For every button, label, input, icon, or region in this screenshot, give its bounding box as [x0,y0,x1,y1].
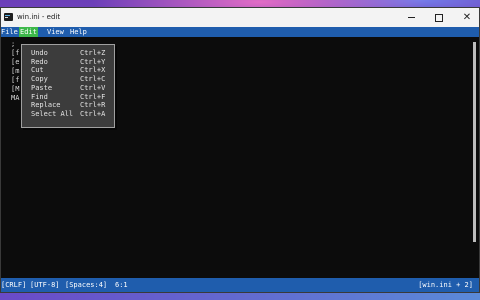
menu-item-shortcut: Ctrl+F [80,92,106,101]
vertical-scrollbar[interactable] [470,42,477,242]
menu-item-label: Select All [31,109,74,118]
editor-line: [e [11,58,20,66]
scrollbar-thumb[interactable] [473,42,476,242]
menu-item-shortcut: Ctrl+C [80,75,106,84]
indentation-status[interactable]: [Spaces:4] [65,278,107,292]
menu-bar: File Edit View Help [1,27,479,37]
menu-item-label: Undo [31,49,48,57]
menu-file[interactable]: File [0,27,19,37]
menu-help[interactable]: Help [69,27,88,37]
menu-view[interactable]: View [46,27,65,37]
minimize-icon [407,17,415,18]
maximize-icon [435,13,443,22]
menu-edit[interactable]: Edit [19,27,38,37]
menu-item-shortcut: Ctrl+X [80,66,106,75]
editor-line: [m [11,67,20,75]
editor-line: [f [11,76,20,84]
menu-item-shortcut: Ctrl+Z [80,49,106,57]
menu-item-paste[interactable]: Paste Ctrl+V [22,84,114,93]
editor-line: [M [11,85,20,93]
encoding-status[interactable]: [UTF-8] [30,278,60,292]
edit-menu-dropdown: Undo Ctrl+Z Redo Ctrl+Y Cut Ctrl+X Copy … [21,44,115,128]
menu-item-label: Cut [31,66,44,75]
menu-item-label: Copy [31,75,48,84]
menu-item-label: Find [31,92,48,101]
desktop-bottom-edge [0,293,480,300]
close-icon: ✕ [462,11,472,23]
menu-item-label: Replace [31,101,61,110]
maximize-button[interactable] [427,8,451,27]
minimize-button[interactable] [399,8,423,27]
close-button[interactable]: ✕ [455,8,479,27]
menu-item-undo[interactable]: Undo Ctrl+Z [22,49,114,58]
menu-item-redo[interactable]: Redo Ctrl+Y [22,58,114,67]
menu-item-label: Redo [31,57,48,66]
menu-item-select-all[interactable]: Select All Ctrl+A [22,110,114,119]
menu-item-cut[interactable]: Cut Ctrl+X [22,66,114,75]
menu-item-shortcut: Ctrl+Y [80,57,106,66]
editor-window: win.ini - edit ✕ File Edit View Help ; [… [0,7,480,293]
open-files-status[interactable]: [win.ini + 2] [418,278,473,292]
menu-item-shortcut: Ctrl+A [80,109,106,118]
menu-item-replace[interactable]: Replace Ctrl+R [22,101,114,110]
menu-item-copy[interactable]: Copy Ctrl+C [22,75,114,84]
cursor-position: 6:1 [115,281,128,289]
title-bar[interactable]: win.ini - edit ✕ [1,8,479,27]
menu-item-shortcut: Ctrl+V [80,83,106,92]
terminal-app-icon [4,13,13,21]
editor-line: [f [11,49,20,57]
editor-line: ; [11,40,16,48]
line-ending-status[interactable]: [CRLF] [1,278,26,292]
menu-item-find[interactable]: Find Ctrl+F [22,93,114,102]
status-bar: [CRLF] [UTF-8] [Spaces:4] 6:1 [win.ini +… [1,278,479,292]
window-title: win.ini - edit [17,13,61,21]
menu-item-label: Paste [31,83,53,92]
menu-item-shortcut: Ctrl+R [80,101,106,110]
editor-line: MA [11,94,20,102]
